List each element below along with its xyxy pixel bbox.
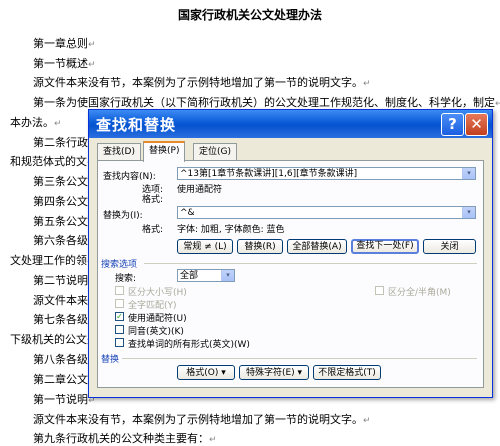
document-line: 第九条行政机关的公文种类主要有：↵ — [33, 430, 217, 446]
replace-format-label: 格式: — [142, 225, 164, 235]
dialog-title: 查找和替换 — [96, 116, 177, 134]
document-line-text: 下级机关的公文处 — [10, 333, 98, 346]
no-formatting-button[interactable]: 不限定格式(T) — [313, 365, 381, 380]
sounds-like-checkbox[interactable] — [115, 325, 124, 334]
replace-all-button[interactable]: 全部替换(A) — [287, 239, 347, 254]
replace-panel: 查找内容(N): ^13第[1章节条款课讲][1,6][章节条款课讲] ▾ 选项… — [97, 160, 484, 388]
match-case-checkbox[interactable] — [115, 286, 124, 295]
document-line: 本办法。↵ — [10, 114, 62, 130]
replace-format-value: 字体: 加粗, 字体颜色: 蓝色 — [177, 225, 285, 235]
wildcards-checkbox[interactable]: ✓ — [115, 312, 124, 321]
document-line-text: 源文件本来没有节，本案例为了示例特地增加了第一节的说明文字。 — [33, 76, 363, 89]
replace-section-divider — [122, 358, 477, 359]
find-label: 查找内容(N): — [103, 172, 156, 182]
all-word-forms-checkbox[interactable] — [115, 338, 124, 347]
search-direction-label: 搜索: — [115, 274, 137, 284]
paragraph-mark-icon: ↵ — [88, 60, 96, 70]
document-line: 文处理工作的领↵ — [10, 252, 95, 268]
paragraph-mark-icon: ↵ — [209, 435, 217, 445]
special-chars-menu-button[interactable]: 特殊字符(E) ▾ — [239, 365, 309, 380]
wildcards-check-icon: ✓ — [116, 312, 123, 321]
all-word-forms-label: 查找单词的所有形式(英文)(W) — [128, 340, 250, 350]
less-options-button[interactable]: 常规 ≠ (L) — [177, 239, 233, 254]
document-title: 国家行政机关公文处理办法 — [177, 8, 322, 22]
replace-input[interactable]: ^& ▾ — [177, 206, 476, 219]
document-line-text: 源文件本来没有节，本案例为了示例特地增加了第一节的说明文字。 — [33, 413, 363, 426]
help-button[interactable]: ? — [441, 113, 464, 136]
document-line-text: 第一章总则 — [33, 37, 88, 50]
document-line: 源文件本来没有节，本案例为了示例特地增加了第一节的说明文字。↵ — [33, 411, 371, 427]
replace-history-dropdown-icon[interactable]: ▾ — [462, 207, 475, 218]
document-line: 第一章总则↵ — [33, 35, 96, 51]
document-line-text: 和规范体式的文 — [10, 155, 87, 168]
find-next-button[interactable]: 查找下一处(F) — [351, 239, 419, 254]
document-line: 源文件本来没有节，本案例为了示例特地增加了第一节的说明文字。↵ — [33, 74, 371, 90]
document-line: 第二节说明↵ — [33, 272, 96, 288]
find-format-label: 格式: — [142, 195, 164, 205]
paragraph-mark-icon: ↵ — [363, 416, 371, 426]
document-line-text: 文处理工作的领 — [10, 254, 87, 267]
search-direction-select[interactable]: 全部 ▾ — [177, 269, 235, 282]
document-line-text: 第二节说明 — [33, 274, 88, 287]
document-line-text: 第一节说明 — [33, 393, 88, 406]
paragraph-mark-icon: ↵ — [88, 40, 96, 50]
search-direction-value: 全部 — [180, 271, 199, 281]
search-direction-dropdown-icon[interactable]: ▾ — [221, 270, 234, 281]
close-button[interactable]: 关闭 — [423, 239, 476, 254]
whole-word-label: 全字匹配(Y) — [128, 301, 177, 311]
paragraph-mark-icon: ↵ — [363, 79, 371, 89]
find-replace-dialog: 查找和替换 ? ✕ 查找(D) 替换(P) 定位(G) 查找内容(N): ^13… — [88, 109, 493, 398]
sounds-like-label: 同音(英文)(K) — [128, 327, 184, 337]
replace-button[interactable]: 替换(R) — [237, 239, 283, 254]
wildcards-label: 使用通配符(U) — [128, 314, 187, 324]
document-line-text: 第一条为使国家行政机关（以下简称行政机关）的公文处理工作规范化、制度化、科学化，… — [33, 96, 495, 109]
document-line: 和规范体式的文↵ — [10, 153, 95, 169]
full-half-width-checkbox[interactable] — [375, 286, 384, 295]
replace-input-value: ^& — [180, 208, 195, 218]
match-case-label: 区分大小写(H) — [128, 288, 187, 298]
document-line: 第一节概述↵ — [33, 55, 96, 71]
options-value: 使用通配符 — [177, 185, 223, 195]
find-history-dropdown-icon[interactable]: ▾ — [462, 168, 475, 179]
full-half-width-label: 区分全/半角(M) — [388, 288, 451, 298]
find-input-value: ^13第[1章节条款课讲][1,6][章节条款课讲] — [180, 169, 358, 179]
format-menu-button[interactable]: 格式(O) ▾ — [177, 365, 235, 380]
close-window-button[interactable]: ✕ — [465, 113, 488, 136]
search-options-divider — [144, 263, 477, 264]
paragraph-mark-icon: ↵ — [495, 99, 500, 109]
search-options-title: 搜索选项 — [101, 260, 138, 270]
document-line-text: 第一节概述 — [33, 57, 88, 70]
document-line: 第一条为使国家行政机关（以下简称行政机关）的公文处理工作规范化、制度化、科学化，… — [33, 94, 500, 110]
find-input[interactable]: ^13第[1章节条款课讲][1,6][章节条款课讲] ▾ — [177, 167, 476, 180]
document-line-text: 第九条行政机关的公文种类主要有： — [33, 432, 209, 445]
dialog-titlebar[interactable]: 查找和替换 ? ✕ — [89, 110, 492, 138]
replace-section-title: 替换 — [101, 355, 120, 365]
tab-find[interactable]: 查找(D) — [97, 143, 141, 160]
document-line-text: 本办法。 — [10, 116, 54, 129]
tab-goto[interactable]: 定位(G) — [193, 143, 237, 160]
tab-replace[interactable]: 替换(P) — [143, 141, 186, 162]
replace-label: 替换为(I): — [103, 211, 143, 221]
whole-word-checkbox[interactable] — [115, 299, 124, 308]
paragraph-mark-icon: ↵ — [54, 119, 62, 129]
